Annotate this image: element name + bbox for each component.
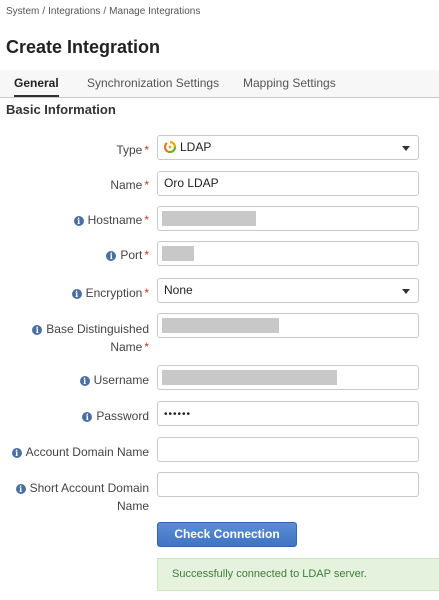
page-title: Create Integration (6, 37, 161, 57)
tab-synchronization-settings[interactable]: Synchronization Settings (87, 70, 219, 96)
section-title: Basic Information (6, 102, 116, 117)
breadcrumb-manage-integrations[interactable]: Manage Integrations (109, 6, 200, 17)
redacted-value (162, 318, 279, 333)
breadcrumb-integrations[interactable]: Integrations (48, 6, 100, 17)
redacted-value (162, 370, 337, 385)
info-icon[interactable]: i (79, 375, 90, 386)
hostname-label: i Hostname * (73, 211, 149, 229)
password-label: i Password (82, 407, 149, 425)
info-icon[interactable]: i (106, 250, 117, 261)
base-dn-input[interactable] (157, 313, 419, 338)
short-account-domain-input[interactable] (157, 472, 419, 497)
encryption-label: i Encryption * (71, 284, 149, 302)
chevron-down-icon (402, 146, 410, 151)
name-input[interactable]: Oro LDAP (157, 171, 419, 196)
type-value: LDAP (180, 140, 212, 154)
encryption-select[interactable]: None (157, 278, 419, 303)
breadcrumb: System / Integrations / Manage Integrations (6, 6, 201, 17)
base-dn-label: i Base Distinguished Name * (32, 320, 149, 356)
port-label: i Port * (106, 246, 149, 264)
info-icon[interactable]: i (82, 411, 93, 422)
short-account-domain-label: i Short Account Domain Name (15, 479, 149, 515)
username-input[interactable] (157, 365, 419, 390)
breadcrumb-system[interactable]: System (6, 6, 39, 17)
info-icon[interactable]: i (71, 288, 82, 299)
info-icon[interactable]: i (73, 215, 84, 226)
type-select[interactable]: LDAP (157, 135, 419, 160)
tab-general[interactable]: General (14, 70, 59, 97)
ldap-logo-icon (164, 140, 176, 153)
account-domain-input[interactable] (157, 437, 419, 462)
password-input[interactable]: •••••• (157, 401, 419, 426)
info-icon[interactable]: i (11, 447, 22, 458)
chevron-down-icon (402, 289, 410, 294)
hostname-input[interactable] (157, 206, 419, 231)
port-input[interactable] (157, 241, 419, 266)
tab-bar: General Synchronization Settings Mapping… (0, 70, 439, 98)
success-alert: Successfully connected to LDAP server. (157, 558, 439, 591)
info-icon[interactable]: i (32, 324, 43, 335)
redacted-value (162, 211, 256, 226)
type-label: Type * (116, 143, 149, 157)
check-connection-button[interactable]: Check Connection (157, 522, 297, 547)
success-alert-text: Successfully connected to LDAP server. (172, 568, 367, 580)
info-icon[interactable]: i (15, 483, 26, 494)
username-label: i Username (79, 371, 149, 389)
tab-mapping-settings[interactable]: Mapping Settings (243, 70, 336, 96)
account-domain-label: i Account Domain Name (11, 443, 149, 461)
name-label: Name * (110, 178, 149, 192)
redacted-value (162, 246, 194, 261)
